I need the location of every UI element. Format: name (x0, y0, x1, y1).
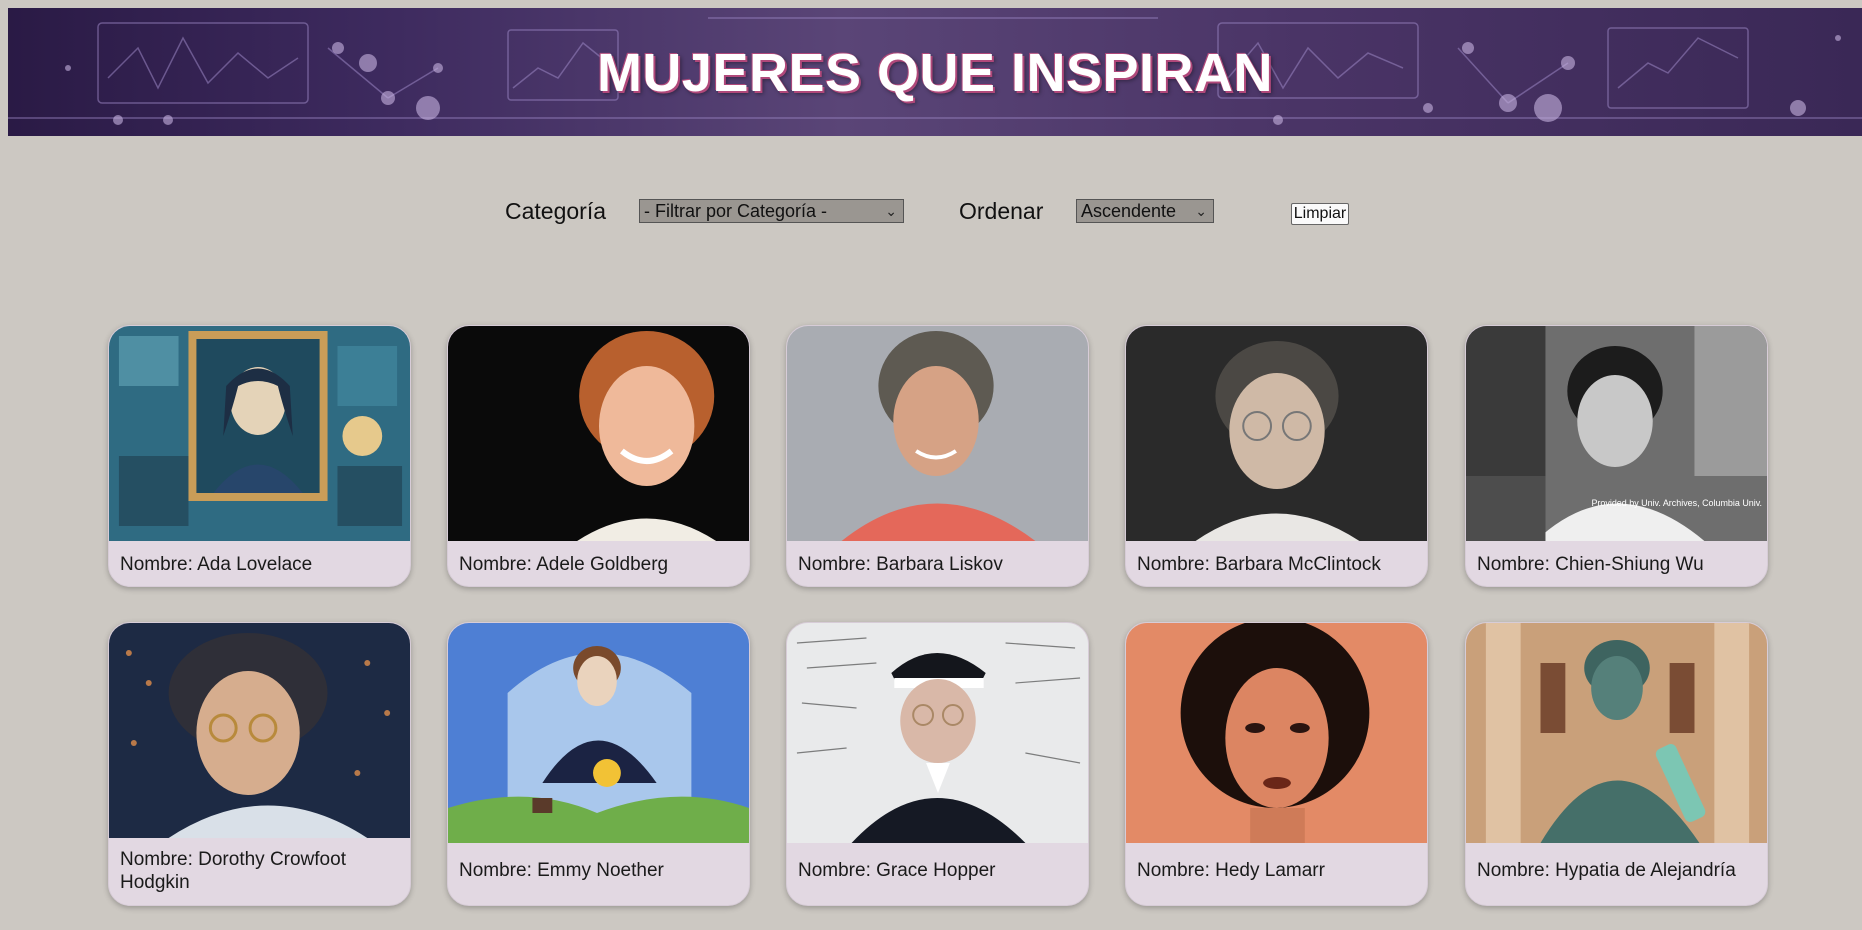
card-barbara-liskov[interactable]: Nombre: Barbara Liskov (786, 325, 1089, 587)
card-grace-hopper[interactable]: Nombre: Grace Hopper (786, 622, 1089, 906)
portrait-image (1126, 326, 1427, 541)
filter-bar: Categoría - Filtrar por Categoría - ⌄ Or… (0, 196, 1862, 230)
card-name: Nombre: Adele Goldberg (459, 554, 669, 575)
header-banner: MUJERES QUE INSPIRAN (8, 8, 1862, 136)
category-label: Categoría (505, 198, 607, 224)
card-hedy-lamarr[interactable]: Nombre: Hedy Lamarr (1125, 622, 1428, 906)
card-name: Nombre: Chien-Shiung Wu (1477, 554, 1704, 575)
category-select[interactable]: - Filtrar por Categoría - ⌄ (639, 199, 904, 223)
category-select-value: - Filtrar por Categoría - (644, 201, 828, 221)
card-name: Nombre: Dorothy Crowfoot Hodgkin (120, 849, 346, 893)
card-name: Nombre: Emmy Noether (459, 860, 664, 881)
order-select-value: Ascendente (1081, 201, 1177, 221)
portrait-image: Provided by Univ. Archives, Columbia Uni… (1466, 326, 1767, 541)
portrait-image (448, 623, 749, 843)
card-hypatia[interactable]: Nombre: Hypatia de Alejandría (1465, 622, 1768, 906)
order-label: Ordenar (959, 198, 1044, 224)
chevron-down-icon: ⌄ (1195, 203, 1207, 219)
card-adele-goldberg[interactable]: Nombre: Adele Goldberg (447, 325, 750, 587)
chevron-down-icon: ⌄ (885, 203, 897, 219)
photo-credit: Provided by Univ. Archives, Columbia Uni… (1591, 498, 1762, 508)
portrait-image (787, 326, 1088, 541)
card-name: Nombre: Hedy Lamarr (1137, 860, 1325, 881)
card-name: Nombre: Barbara McClintock (1137, 554, 1381, 575)
clear-button[interactable]: Limpiar (1291, 203, 1349, 225)
order-select[interactable]: Ascendente ⌄ (1076, 199, 1214, 223)
card-name: Nombre: Hypatia de Alejandría (1477, 860, 1736, 881)
card-dorothy-hodgkin[interactable]: Nombre: Dorothy Crowfoot Hodgkin (108, 622, 411, 906)
portrait-image (1466, 623, 1767, 843)
page-title: MUJERES QUE INSPIRAN (596, 43, 1274, 103)
card-barbara-mcclintock[interactable]: Nombre: Barbara McClintock (1125, 325, 1428, 587)
card-ada-lovelace[interactable]: Nombre: Ada Lovelace (108, 325, 411, 587)
card-name: Nombre: Ada Lovelace (120, 554, 313, 575)
card-name: Nombre: Barbara Liskov (798, 554, 1003, 575)
portrait-image (1126, 623, 1427, 843)
portrait-image (109, 623, 410, 838)
card-chien-shiung-wu[interactable]: Provided by Univ. Archives, Columbia Uni… (1465, 325, 1768, 587)
portrait-image (109, 326, 410, 541)
card-emmy-noether[interactable]: Nombre: Emmy Noether (447, 622, 750, 906)
portrait-image (787, 623, 1088, 843)
portrait-image (448, 326, 749, 541)
card-name: Nombre: Grace Hopper (798, 860, 996, 881)
